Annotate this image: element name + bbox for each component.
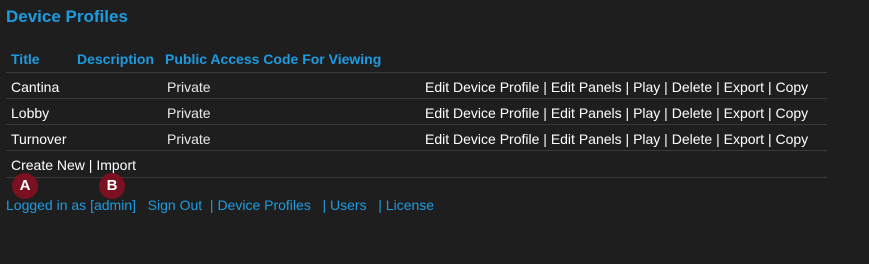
separator: | (84, 157, 97, 173)
delete-link[interactable]: Delete (672, 131, 712, 147)
separator: | (712, 131, 724, 147)
row-title: Lobby (11, 105, 50, 121)
separator: | (539, 131, 551, 147)
separator: | (764, 79, 776, 95)
delete-link[interactable]: Delete (672, 79, 712, 95)
separator: | (378, 197, 382, 213)
separator: | (621, 79, 634, 95)
edit-device-profile-link[interactable]: Edit Device Profile (425, 131, 539, 147)
separator: | (712, 79, 724, 95)
row-access-code: Private (167, 131, 211, 147)
export-link[interactable]: Export (724, 131, 764, 147)
row-actions: Edit Device Profile | Edit Panels | Play… (425, 131, 808, 147)
edit-device-profile-link[interactable]: Edit Device Profile (425, 105, 539, 121)
sign-out-link[interactable]: Sign Out (148, 197, 202, 213)
annotation-marker-a: A (12, 173, 38, 199)
row-title: Turnover (11, 131, 67, 147)
annotation-marker-b: B (99, 173, 125, 199)
separator: | (209, 197, 214, 213)
separator: | (660, 131, 672, 147)
row-actions: Edit Device Profile | Edit Panels | Play… (425, 105, 808, 121)
row-access-code: Private (167, 79, 211, 95)
row-title: Cantina (11, 79, 60, 95)
separator: | (764, 105, 776, 121)
table-row: Turnover Private Edit Device Profile | E… (6, 124, 827, 151)
separator: | (621, 131, 634, 147)
play-link[interactable]: Play (633, 105, 660, 121)
separator: | (539, 79, 551, 95)
separator: | (764, 131, 776, 147)
device-profiles-link[interactable]: Device Profiles (217, 197, 310, 213)
column-header-description: Description (77, 51, 155, 67)
column-header-title: Title (11, 51, 40, 67)
edit-device-profile-link[interactable]: Edit Device Profile (425, 79, 539, 95)
export-link[interactable]: Export (724, 105, 764, 121)
users-link[interactable]: Users (330, 197, 367, 213)
copy-link[interactable]: Copy (776, 105, 809, 121)
separator: | (660, 105, 672, 121)
row-actions: Edit Device Profile | Edit Panels | Play… (425, 79, 808, 95)
table-row: Cantina Private Edit Device Profile | Ed… (6, 72, 827, 99)
license-link[interactable]: License (386, 197, 434, 213)
bottom-actions: Create New | Import (11, 157, 136, 173)
copy-link[interactable]: Copy (776, 131, 809, 147)
separator: | (322, 197, 327, 213)
column-header-access-code: Public Access Code For Viewing (165, 51, 382, 67)
edit-panels-link[interactable]: Edit Panels (551, 105, 622, 121)
create-import-row: Create New | Import (6, 150, 827, 178)
import-link[interactable]: Import (96, 157, 136, 173)
delete-link[interactable]: Delete (672, 105, 712, 121)
separator: | (712, 105, 724, 121)
edit-panels-link[interactable]: Edit Panels (551, 79, 622, 95)
edit-panels-link[interactable]: Edit Panels (551, 131, 622, 147)
create-new-link[interactable]: Create New (11, 157, 85, 173)
row-access-code: Private (167, 105, 211, 121)
export-link[interactable]: Export (724, 79, 764, 95)
play-link[interactable]: Play (633, 79, 660, 95)
separator: | (660, 79, 672, 95)
play-link[interactable]: Play (633, 131, 660, 147)
separator: | (539, 105, 551, 121)
copy-link[interactable]: Copy (776, 79, 809, 95)
table-row: Lobby Private Edit Device Profile | Edit… (6, 98, 827, 125)
separator: | (621, 105, 634, 121)
page-title: Device Profiles (6, 7, 128, 26)
logged-in-status: Logged in as [admin] (6, 197, 136, 213)
footer-nav: Logged in as [admin] Sign Out | Device P… (6, 197, 434, 213)
